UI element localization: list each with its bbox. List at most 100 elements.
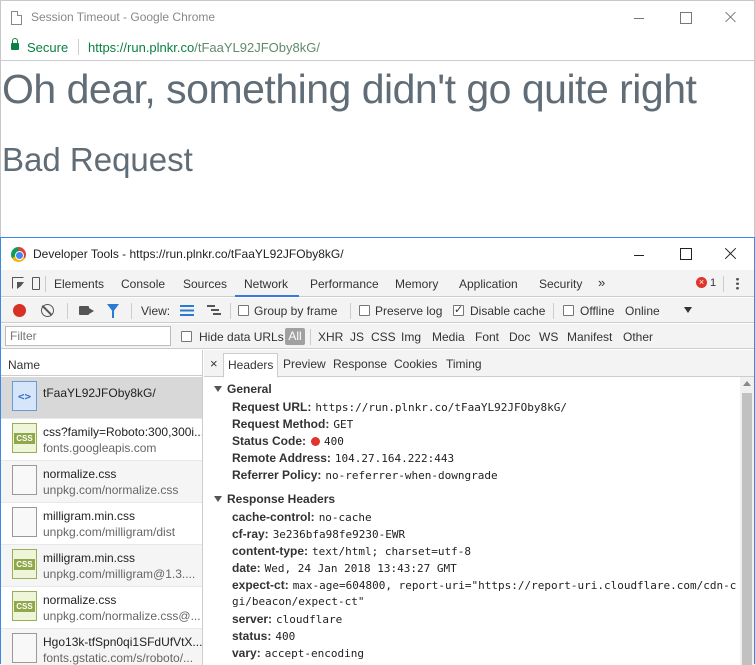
request-name: milligram.min.css xyxy=(43,551,136,565)
maximize-button[interactable] xyxy=(662,1,708,33)
tab-console[interactable]: Console xyxy=(121,277,165,291)
devtools-maximize-button[interactable] xyxy=(662,238,708,270)
error-icon[interactable]: × xyxy=(696,277,707,288)
inspect-element-icon[interactable] xyxy=(12,277,24,289)
url-host: run.plnkr.co xyxy=(127,40,195,55)
tab-sources[interactable]: Sources xyxy=(183,277,227,291)
more-tabs-button[interactable]: » xyxy=(598,275,605,290)
name-column-header[interactable]: Name xyxy=(1,350,202,376)
header-row: Remote Address: 104.27.164.222:443 xyxy=(232,451,454,465)
tab-elements[interactable]: Elements xyxy=(54,277,104,291)
tab-performance[interactable]: Performance xyxy=(310,277,379,291)
status-error-icon xyxy=(311,437,321,446)
tab-headers[interactable]: Headers xyxy=(223,353,279,378)
tab-security[interactable]: Security xyxy=(539,277,582,291)
header-row: server: cloudflare xyxy=(232,612,342,626)
preserve-log-checkbox[interactable] xyxy=(359,305,370,316)
divider xyxy=(723,276,724,292)
request-name: normalize.css xyxy=(43,593,117,607)
filter-bar: Hide data URLs All XHR JS CSS Img Media … xyxy=(1,324,754,349)
scrollbar-thumb[interactable] xyxy=(742,393,752,665)
header-row: Request URL: https://run.plnkr.co/tFaaYL9… xyxy=(232,400,567,414)
chevron-down-icon[interactable] xyxy=(684,307,692,313)
tab-response[interactable]: Response xyxy=(333,357,387,371)
header-value: gi/beacon/expect-ct" xyxy=(232,595,365,608)
response-headers-section-toggle[interactable]: Response Headers xyxy=(214,492,335,506)
address-bar[interactable]: Secure https://run.plnkr.co/tFaaYL92JFOb… xyxy=(1,34,754,61)
filter-css[interactable]: CSS xyxy=(371,330,396,344)
devtools-minimize-button[interactable] xyxy=(616,238,662,270)
clear-icon[interactable] xyxy=(41,304,54,317)
list-item[interactable]: CSS css?family=Roboto:300,300i... fonts.… xyxy=(1,419,203,461)
hide-data-urls-checkbox[interactable] xyxy=(181,331,192,342)
request-name: normalize.css xyxy=(43,467,117,481)
offline-label[interactable]: Offline xyxy=(580,304,614,318)
url-text[interactable]: https://run.plnkr.co/tFaaYL92JFOby8kG/ xyxy=(88,40,320,55)
divider xyxy=(230,303,231,319)
list-item[interactable]: CSS milligram.min.css unpkg.com/milligra… xyxy=(1,545,202,587)
overview-icon[interactable] xyxy=(207,305,221,316)
preserve-log-label[interactable]: Preserve log xyxy=(375,304,442,318)
filter-icon[interactable] xyxy=(107,304,119,318)
tab-timing[interactable]: Timing xyxy=(446,357,482,371)
capture-screenshots-icon[interactable] xyxy=(79,306,94,315)
header-value: text/html; charset=utf-8 xyxy=(312,545,471,558)
general-section-toggle[interactable]: General xyxy=(214,382,272,396)
filter-input[interactable] xyxy=(5,326,171,346)
filter-other[interactable]: Other xyxy=(623,330,653,344)
error-count[interactable]: 1 xyxy=(710,277,716,289)
header-row: Request Method: GET xyxy=(232,417,353,431)
request-name: css?family=Roboto:300,300i... xyxy=(43,425,203,439)
filter-font[interactable]: Font xyxy=(475,330,499,344)
error-subheading: Bad Request xyxy=(2,141,193,178)
header-value: no-referrer-when-downgrade xyxy=(325,469,498,482)
secure-label[interactable]: Secure xyxy=(27,40,68,55)
header-key: Request Method: xyxy=(232,417,330,431)
header-value: max-age=604800, report-uri="https://repo… xyxy=(292,579,737,592)
list-item[interactable]: milligram.min.css unpkg.com/milligram/di… xyxy=(1,503,202,545)
tab-cookies[interactable]: Cookies xyxy=(394,357,437,371)
header-value: GET xyxy=(333,418,354,431)
lock-icon[interactable] xyxy=(11,38,19,50)
tab-network[interactable]: Network xyxy=(244,277,288,291)
more-options-icon[interactable] xyxy=(736,277,739,290)
tab-application[interactable]: Application xyxy=(459,277,518,291)
devtools-close-button[interactable] xyxy=(708,238,754,270)
list-item[interactable]: <> tFaaYL92JFOby8kG/ xyxy=(1,377,202,419)
divider xyxy=(131,303,132,319)
list-item[interactable]: CSS normalize.css unpkg.com/normalize.cs… xyxy=(1,587,202,629)
list-item[interactable]: normalize.css unpkg.com/normalize.css xyxy=(1,461,202,503)
disable-cache-checkbox[interactable] xyxy=(453,303,464,316)
filter-xhr[interactable]: XHR xyxy=(318,330,343,344)
tab-memory[interactable]: Memory xyxy=(395,277,438,291)
css-file-icon: CSS xyxy=(12,423,37,453)
hide-data-urls-label[interactable]: Hide data URLs xyxy=(199,330,284,344)
header-row: date: Wed, 24 Jan 2018 13:43:27 GMT xyxy=(232,561,457,575)
close-icon[interactable]: × xyxy=(210,356,218,371)
filter-media[interactable]: Media xyxy=(432,330,465,344)
name-header-label: Name xyxy=(8,358,41,372)
filter-img[interactable]: Img xyxy=(401,330,421,344)
device-toolbar-icon[interactable] xyxy=(32,277,40,290)
header-value: 3e236bfa98fe9230-EWR xyxy=(272,528,406,541)
group-by-frame-label[interactable]: Group by frame xyxy=(254,304,337,318)
filter-all-button[interactable]: All xyxy=(285,328,305,345)
filter-ws[interactable]: WS xyxy=(539,330,558,344)
scroll-up-icon[interactable] xyxy=(743,381,751,386)
header-row: Referrer Policy: no-referrer-when-downgra… xyxy=(232,468,498,482)
tab-preview[interactable]: Preview xyxy=(283,357,326,371)
disable-cache-label[interactable]: Disable cache xyxy=(470,304,545,318)
minimize-button[interactable] xyxy=(616,1,662,33)
filter-js[interactable]: JS xyxy=(350,330,364,344)
record-icon[interactable] xyxy=(13,304,26,317)
throttling-select[interactable]: Online xyxy=(625,304,660,318)
scrollbar[interactable] xyxy=(740,377,754,665)
filter-manifest[interactable]: Manifest xyxy=(567,330,612,344)
group-by-frame-checkbox[interactable] xyxy=(238,305,249,316)
close-button[interactable] xyxy=(708,1,754,33)
window-title: Session Timeout - Google Chrome xyxy=(31,10,216,24)
filter-doc[interactable]: Doc xyxy=(509,330,530,344)
large-rows-icon[interactable] xyxy=(180,305,194,316)
list-item[interactable]: Hgo13k-tfSpn0qi1SFdUfVtX... fonts.gstati… xyxy=(1,629,202,665)
offline-checkbox[interactable] xyxy=(563,305,574,316)
